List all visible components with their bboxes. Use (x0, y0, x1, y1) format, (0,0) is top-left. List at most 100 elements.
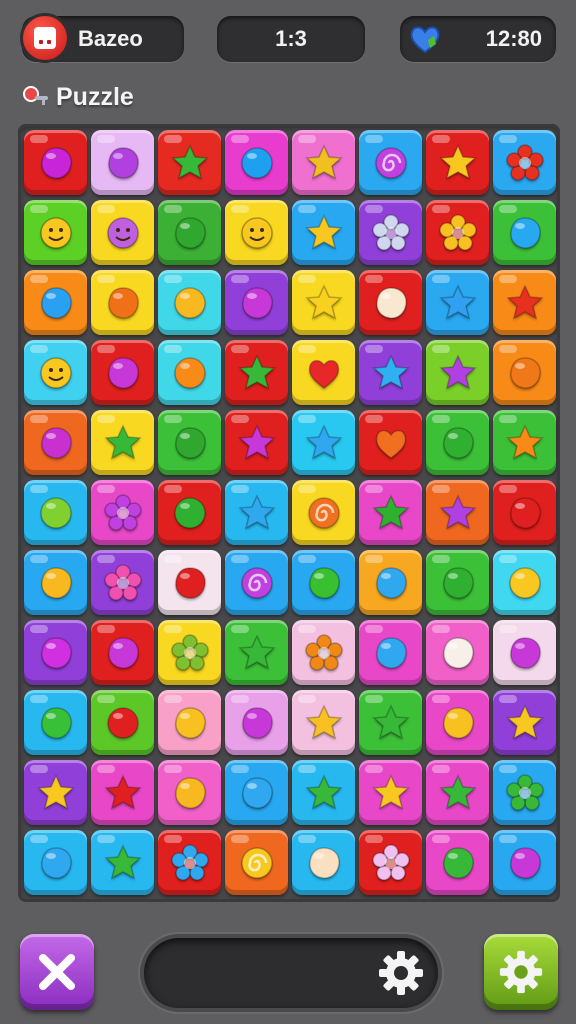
board-tile[interactable] (426, 130, 489, 195)
board-tile[interactable] (426, 480, 489, 545)
board-tile[interactable] (493, 550, 556, 615)
board-tile[interactable] (91, 550, 154, 615)
board-tile[interactable] (493, 340, 556, 405)
key-icon (23, 86, 48, 105)
board-tile[interactable] (91, 200, 154, 265)
board-tile[interactable] (359, 200, 422, 265)
board-tile[interactable] (158, 550, 221, 615)
board-tile[interactable] (493, 690, 556, 755)
board-tile[interactable] (426, 200, 489, 265)
board-tile[interactable] (91, 130, 154, 195)
blob-candy-icon (174, 216, 206, 249)
board-tile[interactable] (158, 130, 221, 195)
board-tile[interactable] (292, 760, 355, 825)
board-tile[interactable] (292, 620, 355, 685)
board-tile[interactable] (91, 830, 154, 895)
board-tile[interactable] (426, 550, 489, 615)
booster-slot[interactable] (144, 938, 438, 1008)
board-tile[interactable] (225, 200, 288, 265)
board-tile[interactable] (292, 480, 355, 545)
settings-button[interactable] (484, 934, 558, 1010)
board-tile[interactable] (158, 620, 221, 685)
gear-icon[interactable] (376, 948, 426, 998)
board-tile[interactable] (24, 130, 87, 195)
board-tile[interactable] (225, 270, 288, 335)
board-tile[interactable] (24, 760, 87, 825)
board-tile[interactable] (158, 760, 221, 825)
board-tile[interactable] (292, 830, 355, 895)
board-tile[interactable] (426, 270, 489, 335)
board-tile[interactable] (292, 130, 355, 195)
board-tile[interactable] (359, 410, 422, 475)
board-tile[interactable] (91, 480, 154, 545)
board-tile[interactable] (292, 690, 355, 755)
blob-candy-icon (509, 846, 541, 879)
blue-heart-icon (410, 26, 440, 54)
board-tile[interactable] (24, 270, 87, 335)
board-tile[interactable] (493, 480, 556, 545)
board-tile[interactable] (225, 550, 288, 615)
player-avatar-icon[interactable] (20, 13, 70, 63)
board-tile[interactable] (24, 550, 87, 615)
board-tile[interactable] (426, 340, 489, 405)
board-tile[interactable] (359, 690, 422, 755)
heart-candy-icon (308, 359, 339, 389)
board-tile[interactable] (225, 760, 288, 825)
board-tile[interactable] (426, 760, 489, 825)
board-tile[interactable] (91, 620, 154, 685)
board-tile[interactable] (359, 270, 422, 335)
board-tile[interactable] (225, 830, 288, 895)
board-tile[interactable] (292, 550, 355, 615)
board-tile[interactable] (426, 830, 489, 895)
board-tile[interactable] (225, 410, 288, 475)
board-tile[interactable] (359, 620, 422, 685)
board-tile[interactable] (426, 620, 489, 685)
board-tile[interactable] (24, 620, 87, 685)
board-tile[interactable] (292, 200, 355, 265)
board-tile[interactable] (158, 830, 221, 895)
board-tile[interactable] (493, 760, 556, 825)
board-tile[interactable] (292, 340, 355, 405)
board-tile[interactable] (493, 830, 556, 895)
board-tile[interactable] (359, 760, 422, 825)
board-tile[interactable] (225, 690, 288, 755)
board-tile[interactable] (91, 760, 154, 825)
board-tile[interactable] (91, 690, 154, 755)
board-tile[interactable] (24, 340, 87, 405)
board-tile[interactable] (493, 410, 556, 475)
board-tile[interactable] (493, 270, 556, 335)
board-tile[interactable] (493, 620, 556, 685)
board-tile[interactable] (24, 200, 87, 265)
board-tile[interactable] (292, 410, 355, 475)
close-button[interactable] (20, 934, 94, 1010)
blob-candy-icon (40, 286, 72, 319)
board-tile[interactable] (24, 690, 87, 755)
board-tile[interactable] (158, 340, 221, 405)
board-tile[interactable] (225, 340, 288, 405)
board-tile[interactable] (225, 620, 288, 685)
board-tile[interactable] (158, 410, 221, 475)
board-tile[interactable] (225, 480, 288, 545)
board-tile[interactable] (426, 690, 489, 755)
board-tile[interactable] (493, 200, 556, 265)
board-tile[interactable] (158, 480, 221, 545)
board-tile[interactable] (91, 270, 154, 335)
board-tile[interactable] (24, 480, 87, 545)
board-tile[interactable] (359, 830, 422, 895)
board-tile[interactable] (359, 130, 422, 195)
board-tile[interactable] (225, 130, 288, 195)
board-tile[interactable] (426, 410, 489, 475)
board-tile[interactable] (91, 340, 154, 405)
board-tile[interactable] (292, 270, 355, 335)
board-tile[interactable] (158, 270, 221, 335)
board-tile[interactable] (158, 690, 221, 755)
board-tile[interactable] (24, 410, 87, 475)
board-tile[interactable] (359, 550, 422, 615)
player-panel[interactable]: Bazeo (20, 13, 184, 63)
board-tile[interactable] (359, 340, 422, 405)
board-tile[interactable] (158, 200, 221, 265)
board-tile[interactable] (493, 130, 556, 195)
board-tile[interactable] (24, 830, 87, 895)
board-tile[interactable] (359, 480, 422, 545)
board-tile[interactable] (91, 410, 154, 475)
